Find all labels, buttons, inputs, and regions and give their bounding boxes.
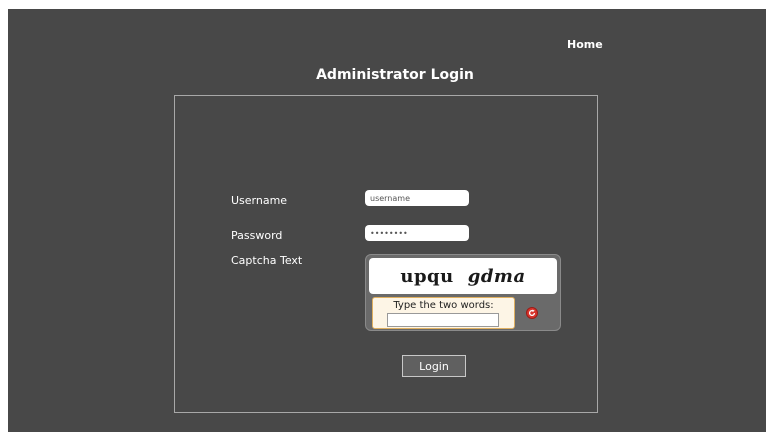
login-page: Home Administrator Login Username Passwo… bbox=[8, 9, 766, 432]
captcha-word: upqu bbox=[400, 265, 454, 287]
captcha-input[interactable] bbox=[387, 313, 499, 327]
captcha-image: upqu gdma bbox=[369, 258, 557, 294]
password-input[interactable] bbox=[365, 225, 469, 241]
refresh-captcha-button[interactable] bbox=[526, 307, 538, 319]
username-input[interactable] bbox=[365, 190, 469, 206]
captcha-word: gdma bbox=[467, 265, 526, 287]
refresh-icon bbox=[528, 309, 536, 317]
home-link[interactable]: Home bbox=[567, 38, 603, 51]
captcha-entry-box: Type the two words: bbox=[372, 297, 515, 329]
password-label: Password bbox=[231, 229, 283, 242]
captcha-label: Captcha Text bbox=[231, 254, 303, 267]
login-button[interactable]: Login bbox=[402, 355, 466, 377]
page-title: Administrator Login bbox=[316, 67, 474, 83]
captcha-instruction: Type the two words: bbox=[393, 300, 494, 311]
username-label: Username bbox=[231, 194, 288, 207]
captcha-widget: upqu gdma Type the two words: bbox=[365, 254, 561, 331]
